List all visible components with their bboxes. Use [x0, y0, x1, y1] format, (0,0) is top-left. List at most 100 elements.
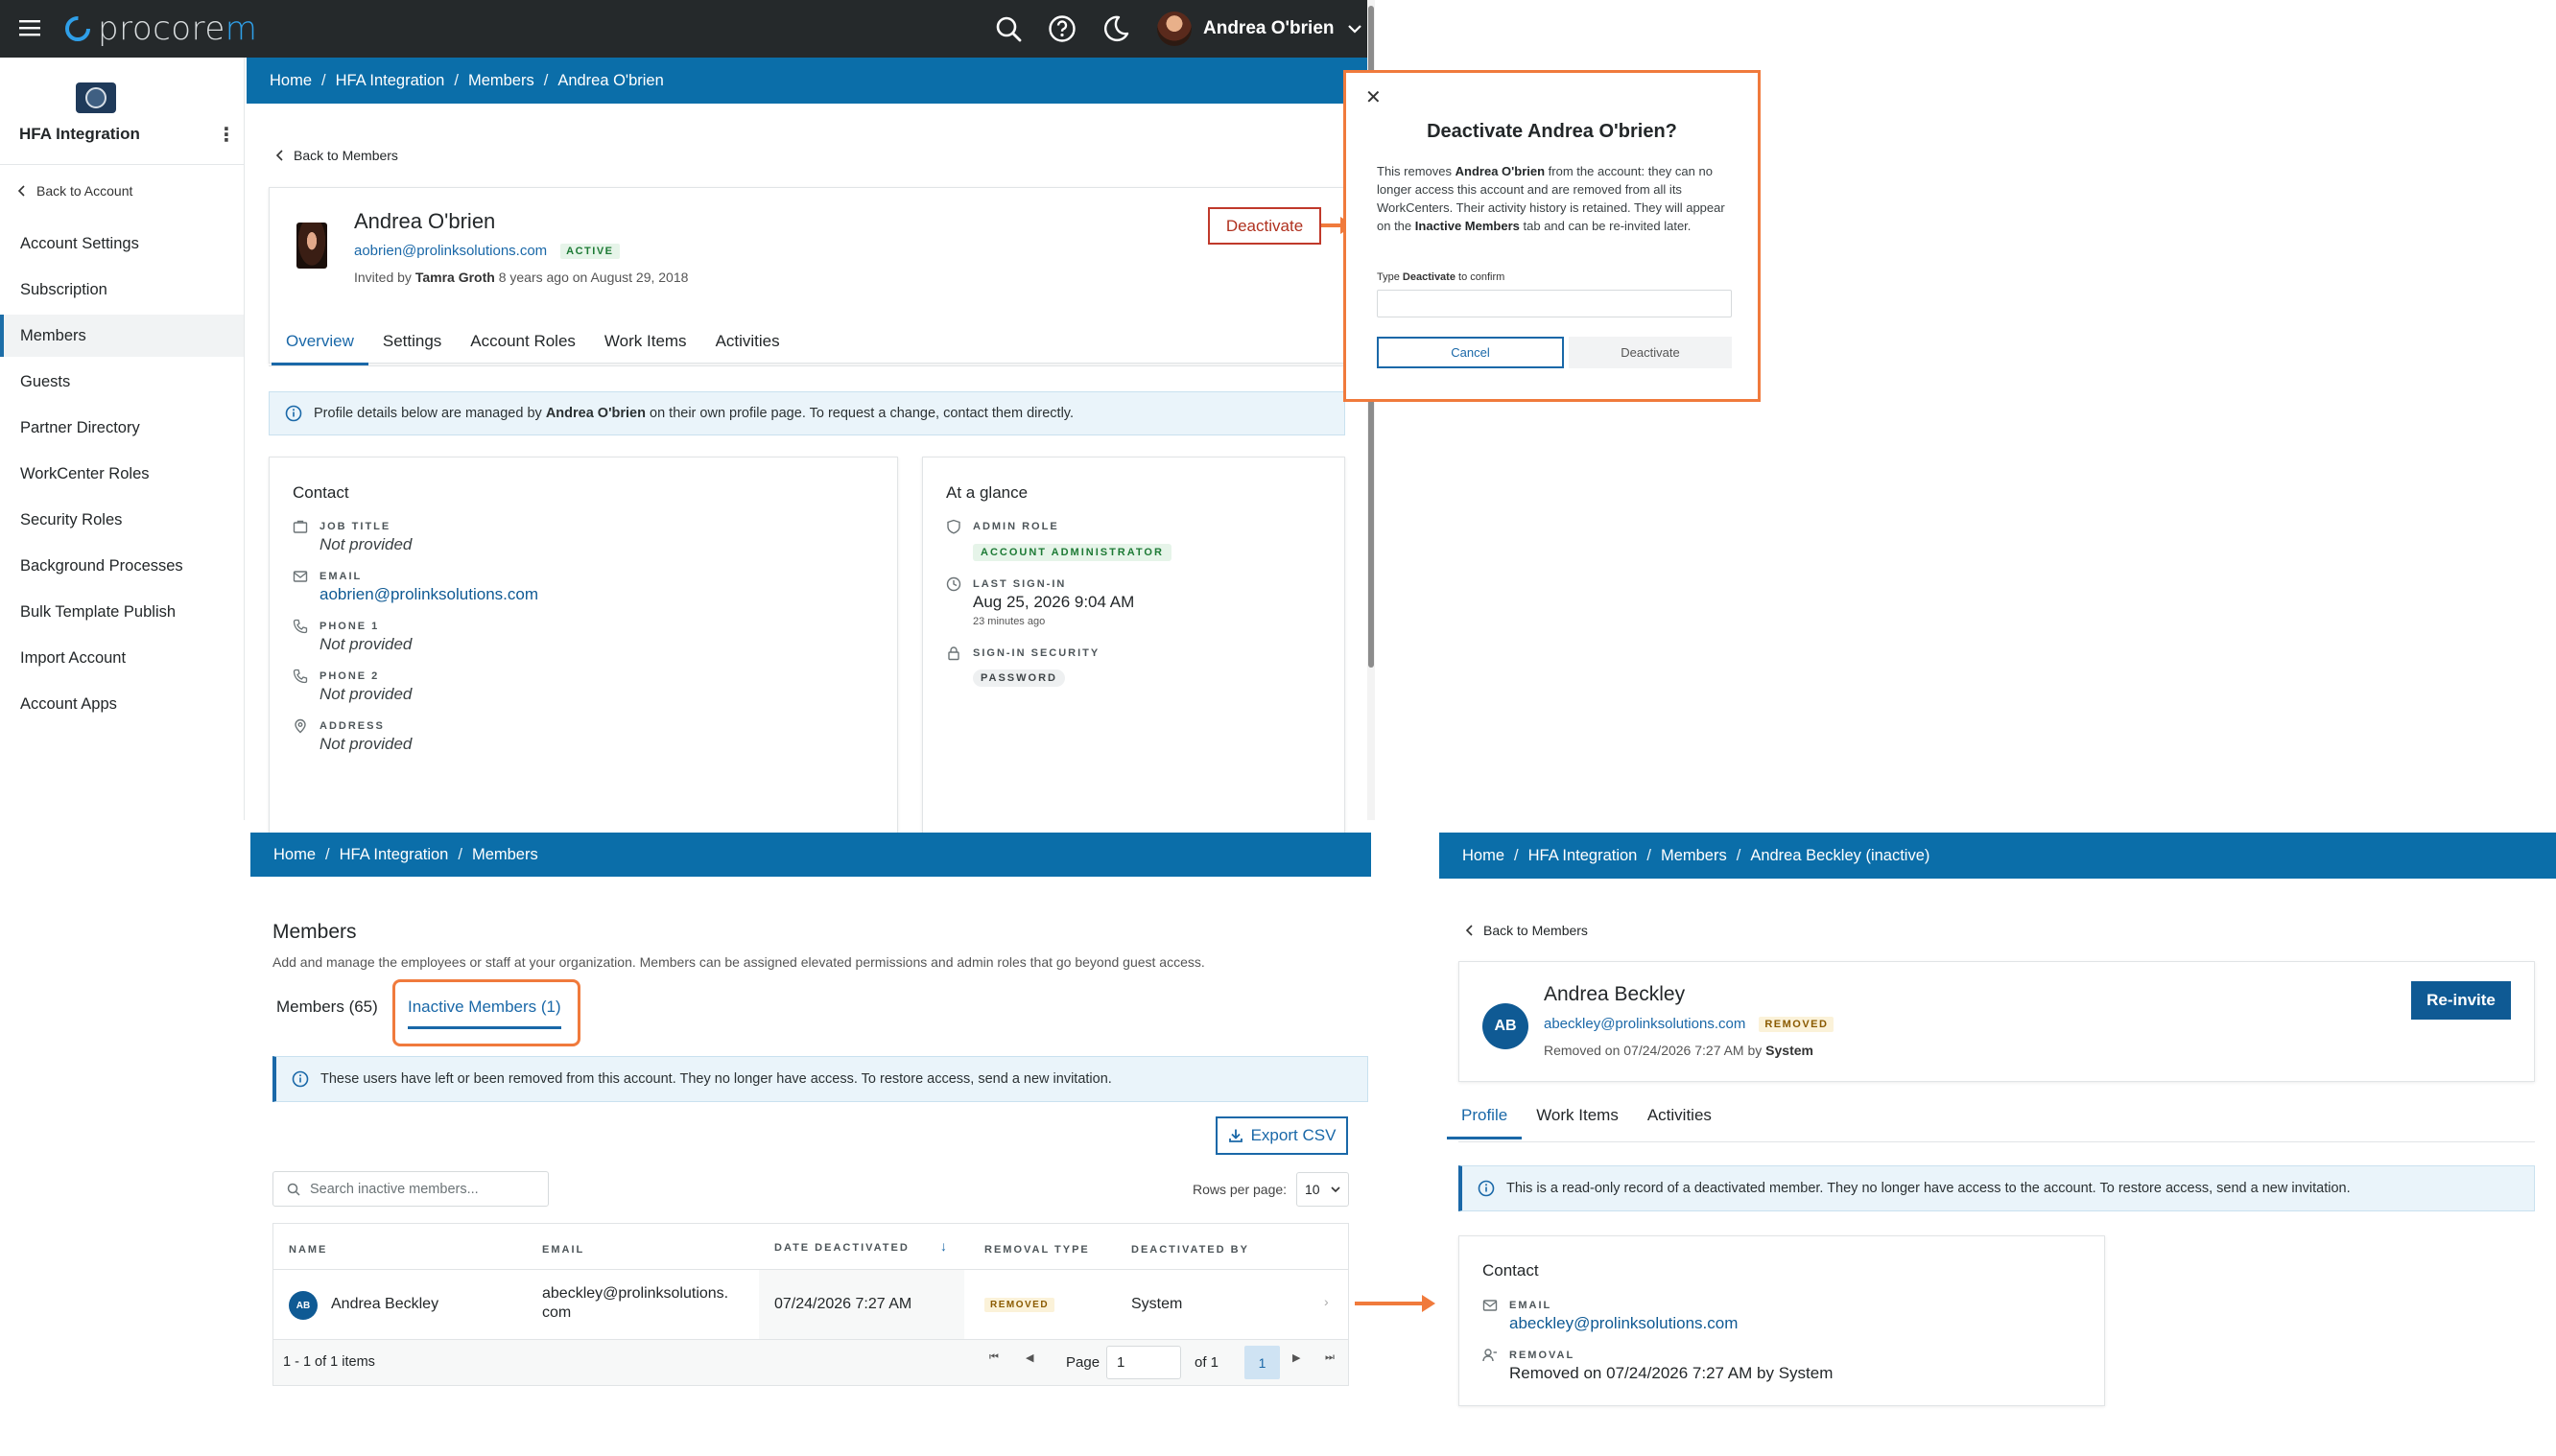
sidebar-item-subscription[interactable]: Subscription: [0, 269, 244, 311]
sidebar-item-guests[interactable]: Guests: [0, 361, 244, 403]
download-icon: [1228, 1128, 1243, 1143]
back-to-members-link[interactable]: Back to Members: [1465, 923, 1588, 938]
email-value-link[interactable]: abeckley@prolinksolutions.com: [1509, 1314, 1738, 1333]
sidebar-item-workcenter-roles[interactable]: WorkCenter Roles: [0, 453, 244, 495]
column-header-removal-type[interactable]: REMOVAL TYPE: [984, 1244, 1090, 1256]
member-name-link[interactable]: Andrea Beckley: [331, 1296, 438, 1313]
tab-activities[interactable]: Activities: [1633, 1106, 1726, 1139]
sidebar-item-account-apps[interactable]: Account Apps: [0, 683, 244, 725]
search-input[interactable]: Search inactive members...: [272, 1171, 549, 1207]
sidebar-item-bulk-template-publish[interactable]: Bulk Template Publish: [0, 591, 244, 633]
breadcrumb-separator: /: [1514, 846, 1519, 864]
confirm-input[interactable]: [1377, 290, 1732, 317]
tab-profile[interactable]: Profile: [1447, 1106, 1523, 1139]
account-sidebar: HFA Integration ⋮ Back to Account Accoun…: [0, 58, 245, 820]
sidebar-item-account-settings[interactable]: Account Settings: [0, 223, 244, 265]
member-name: Andrea O'brien: [354, 209, 496, 233]
row-chevron-right-icon[interactable]: ›: [1324, 1294, 1329, 1309]
table-row[interactable]: AB Andrea Beckley abeckley@prolinksoluti…: [273, 1270, 1348, 1339]
breadcrumb-project[interactable]: HFA Integration: [340, 846, 449, 864]
sidebar-item-members[interactable]: Members: [0, 315, 244, 357]
chevron-left-icon: [17, 185, 27, 197]
member-email-link[interactable]: abeckley@prolinksolutions.com: [1544, 1016, 1745, 1032]
sidebar-item-import-account[interactable]: Import Account: [0, 637, 244, 679]
sidebar-item-label: Bulk Template Publish: [20, 602, 177, 621]
member-header-card: AB Andrea Beckley abeckley@prolinksoluti…: [1458, 961, 2535, 1082]
tab-overview[interactable]: Overview: [272, 332, 368, 365]
rows-per-page-value: 10: [1305, 1182, 1320, 1197]
confirm-label-post: to confirm: [1458, 271, 1505, 283]
confirm-word: Deactivate: [1402, 271, 1456, 283]
sidebar-item-partner-directory[interactable]: Partner Directory: [0, 407, 244, 449]
user-remove-icon: [1482, 1348, 1498, 1363]
breadcrumb-members[interactable]: Members: [468, 72, 534, 90]
back-to-members-link[interactable]: Back to Members: [275, 148, 398, 163]
breadcrumb: Home / HFA Integration / Members / Andrea B…: [1439, 833, 2556, 879]
profile-tabs: Overview Settings Account Roles Work Ite…: [272, 332, 794, 365]
deactivated-by: System: [1131, 1296, 1183, 1312]
profile-tabs: Profile Work Items Activities: [1447, 1106, 1726, 1139]
sort-descending-icon[interactable]: ↓: [940, 1238, 947, 1254]
dialog-desc-part: This removes: [1377, 164, 1453, 178]
sidebar-divider: [0, 164, 245, 165]
next-page-icon[interactable]: ▶: [1292, 1351, 1300, 1364]
dark-mode-icon[interactable]: [1101, 14, 1130, 43]
page-total: of 1: [1195, 1354, 1219, 1371]
last-page-icon[interactable]: ⏭: [1325, 1351, 1335, 1364]
invited-by-name: Tamra Groth: [414, 270, 495, 285]
breadcrumb-home[interactable]: Home: [273, 846, 316, 864]
user-menu[interactable]: Andrea O'brien: [1157, 10, 1363, 48]
email-value-link[interactable]: aobrien@prolinksolutions.com: [320, 585, 538, 604]
rows-per-page-select[interactable]: 10: [1296, 1172, 1349, 1207]
tab-activities[interactable]: Activities: [701, 332, 794, 365]
phone1-label: PHONE 1: [320, 621, 380, 632]
job-title-value: Not provided: [320, 535, 413, 553]
back-to-account-link[interactable]: Back to Account: [17, 183, 132, 199]
sidebar-item-label: WorkCenter Roles: [20, 464, 150, 482]
breadcrumb-home[interactable]: Home: [1462, 847, 1504, 865]
previous-page-icon[interactable]: ◀: [1026, 1351, 1033, 1364]
member-initials-avatar: AB: [289, 1291, 318, 1320]
export-csv-button[interactable]: Export CSV: [1216, 1116, 1348, 1155]
cancel-button[interactable]: Cancel: [1377, 337, 1564, 368]
email-label: EMAIL: [320, 571, 363, 582]
confirm-deactivate-button[interactable]: Deactivate: [1569, 337, 1732, 368]
breadcrumb-home[interactable]: Home: [270, 72, 312, 90]
current-page-button[interactable]: 1: [1244, 1346, 1280, 1379]
tab-work-items[interactable]: Work Items: [1522, 1106, 1633, 1139]
banner-text-pre: Profile details below are managed by: [314, 406, 542, 421]
help-icon[interactable]: [1048, 14, 1077, 43]
hamburger-menu-icon[interactable]: [19, 17, 40, 38]
tab-work-items[interactable]: Work Items: [590, 332, 701, 365]
reinvite-button[interactable]: Re-invite: [2411, 981, 2511, 1020]
breadcrumb-current: Andrea O'brien: [557, 71, 664, 89]
inactive-members-panel: Home / HFA Integration / Members Members A…: [250, 833, 1371, 1456]
annotation-arrow: [1355, 1295, 1435, 1312]
tab-settings[interactable]: Settings: [368, 332, 456, 365]
breadcrumb-project[interactable]: HFA Integration: [1528, 847, 1638, 865]
contact-card: Contact EMAIL abeckley@prolinksolutions.…: [1458, 1235, 2105, 1406]
sidebar-item-label: Security Roles: [20, 510, 123, 528]
breadcrumb-members[interactable]: Members: [1661, 847, 1727, 865]
breadcrumb-project[interactable]: HFA Integration: [336, 72, 445, 90]
kebab-menu-icon[interactable]: ⋮: [217, 123, 236, 147]
member-email-link[interactable]: aobrien@prolinksolutions.com: [354, 243, 547, 259]
column-header-name[interactable]: NAME: [289, 1244, 327, 1256]
sidebar-item-security-roles[interactable]: Security Roles: [0, 499, 244, 541]
column-header-email[interactable]: EMAIL: [542, 1244, 584, 1256]
column-header-deactivated-by[interactable]: DEACTIVATED BY: [1131, 1244, 1249, 1256]
page-number-input[interactable]: 1: [1106, 1346, 1181, 1379]
procore-logo[interactable]: procorem: [63, 10, 257, 48]
close-icon[interactable]: ✕: [1365, 85, 1382, 109]
tab-members[interactable]: Members (65): [276, 998, 378, 1017]
sidebar-item-background-processes[interactable]: Background Processes: [0, 545, 244, 587]
sidebar-item-label: Subscription: [20, 280, 107, 298]
tab-account-roles[interactable]: Account Roles: [456, 332, 590, 365]
column-header-date-deactivated[interactable]: DATE DEACTIVATED: [774, 1242, 910, 1254]
search-icon: [287, 1183, 300, 1196]
chevron-down-icon: [1331, 1186, 1340, 1193]
deactivate-button[interactable]: Deactivate: [1208, 207, 1321, 245]
first-page-icon[interactable]: ⏮: [989, 1351, 999, 1364]
search-icon[interactable]: [994, 14, 1023, 43]
breadcrumb: Home / HFA Integration / Members: [250, 833, 1371, 877]
